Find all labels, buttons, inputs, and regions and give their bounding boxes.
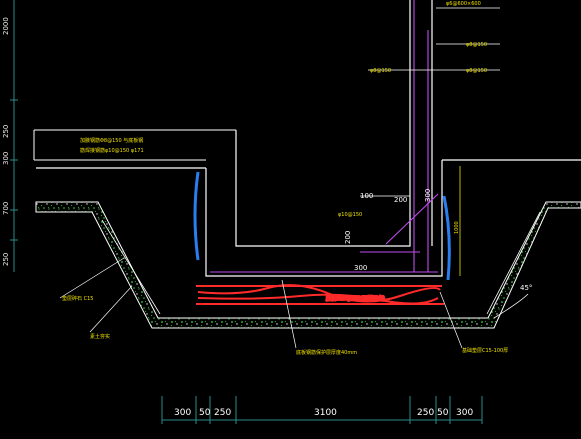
- haunch-detail: 100 200 300 φ10@150 200 300: [338, 189, 432, 272]
- gravel-bedding: [35, 201, 581, 329]
- leader-label-0: 垫层碎石 C15: [62, 295, 93, 302]
- leader-label-1: 素土夯实: [90, 333, 110, 340]
- dim-bottom-3: 3100: [314, 408, 337, 418]
- dim-left-700: 700: [2, 202, 10, 215]
- dim-bottom-0: 300: [174, 408, 191, 418]
- label-rebar-2: φ8@150: [370, 68, 391, 74]
- dim-bottom-4: 250: [417, 408, 434, 418]
- dim-bottom-1: 50: [199, 408, 211, 418]
- leader-label-2: 底板钢筋保护层厚度40mm: [296, 349, 357, 356]
- haunch-w: 200: [394, 196, 407, 204]
- dim-left-250b: 250: [2, 253, 10, 266]
- haunch-rebar: φ10@150: [338, 212, 362, 218]
- top-left-notes: 加腋钢筋Φ8@150 与底板钢 筋焊接钢筋φ10@150 φ171: [33, 129, 236, 161]
- haunch-h: 100: [360, 192, 373, 200]
- blue-edges: [193, 171, 451, 281]
- label-rebar-0: φ6@600×600: [446, 1, 481, 7]
- dim-bottom-2: 250: [214, 408, 231, 418]
- pile-dimension: 1000: [454, 166, 461, 276]
- leader-label-3: 基础垫层C15-100厚: [462, 347, 508, 354]
- pile-height: 1000: [454, 221, 460, 234]
- dim-left-250: 250: [2, 125, 10, 138]
- bottom-dimension: 300 50 250 3100 250 50 300: [161, 396, 483, 424]
- wall-rebar: [210, 0, 439, 273]
- dim-left-2000: 2000: [2, 17, 10, 35]
- note-line-1: 加腋钢筋Φ8@150 与底板钢: [80, 137, 143, 144]
- slope-angle-text: 45°: [520, 284, 532, 292]
- label-rebar-3: φ8@150: [466, 68, 487, 74]
- dim-left-300: 300: [2, 152, 10, 165]
- left-dimension: 2000 250 300 700 250: [2, 0, 18, 272]
- wall-rebar-labels: φ6@600×600 φ8@150 φ8@150 φ8@150: [368, 1, 500, 74]
- cad-drawing-canvas: 2000 250 300 700 250 加腋钢筋Φ8@150 与底板钢 筋焊接…: [2, 0, 581, 424]
- haunch-left: 200: [344, 231, 352, 244]
- slab-rebar-highlight: 底板Φ10@150(双层双向): [196, 284, 444, 305]
- note-line-2: 筋焊接钢筋φ10@150 φ171: [80, 147, 144, 154]
- dim-bottom-5: 50: [437, 408, 449, 418]
- haunch-v: 300: [424, 189, 432, 202]
- slab-rebar-label: 底板Φ10@150(双层双向): [326, 295, 385, 302]
- label-rebar-1: φ8@150: [466, 42, 487, 48]
- dim-bottom-6: 300: [456, 408, 473, 418]
- left-leaders: 垫层碎石 C15 素土夯实: [59, 257, 133, 340]
- haunch-bottom: 300: [354, 264, 367, 272]
